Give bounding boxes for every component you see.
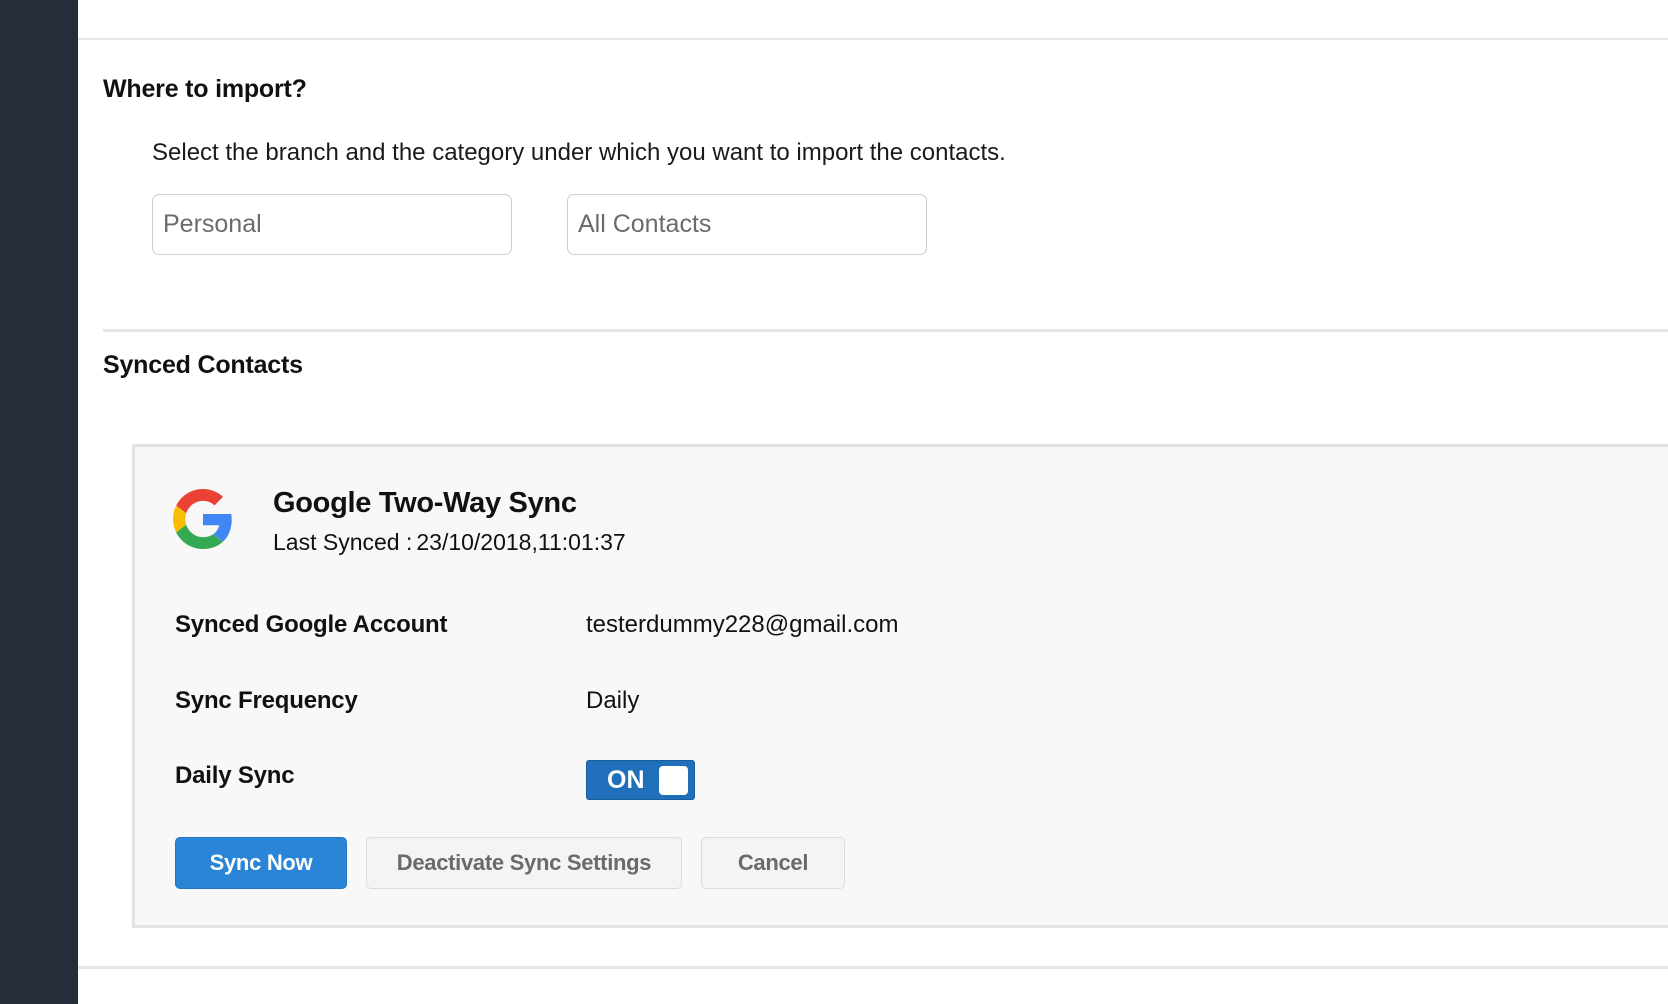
branch-select[interactable]: Personal — [152, 194, 512, 255]
sync-now-button[interactable]: Sync Now — [175, 837, 347, 889]
google-g-icon — [173, 489, 233, 549]
deactivate-sync-button[interactable]: Deactivate Sync Settings — [366, 837, 682, 889]
toggle-state-label: ON — [607, 766, 645, 794]
import-instructions: Select the branch and the category under… — [152, 139, 1006, 166]
toggle-knob — [659, 766, 688, 795]
google-sync-card: Google Two-Way Sync Last Synced :23/10/2… — [132, 444, 1668, 928]
daily-sync-label: Daily Sync — [175, 762, 295, 789]
sync-card-title: Google Two-Way Sync — [273, 487, 577, 519]
sync-frequency-label: Sync Frequency — [175, 687, 358, 714]
last-synced: Last Synced :23/10/2018,11:01:37 — [273, 529, 626, 556]
sync-frequency-value: Daily — [586, 687, 640, 714]
last-synced-label: Last Synced : — [273, 529, 413, 555]
synced-account-value: testerdummy228@gmail.com — [586, 611, 899, 638]
sidebar — [0, 0, 78, 1004]
daily-sync-toggle[interactable]: ON — [586, 760, 695, 800]
cancel-button[interactable]: Cancel — [701, 837, 845, 889]
synced-contacts-title: Synced Contacts — [103, 351, 303, 379]
last-synced-value: 23/10/2018,11:01:37 — [416, 529, 626, 555]
section-divider — [103, 329, 1668, 332]
category-select[interactable]: All Contacts — [567, 194, 927, 255]
where-to-import-title: Where to import? — [103, 75, 307, 103]
top-divider — [78, 38, 1668, 40]
synced-account-label: Synced Google Account — [175, 611, 448, 638]
main-content: Where to import? Select the branch and t… — [78, 0, 1668, 1004]
bottom-divider — [78, 966, 1668, 969]
